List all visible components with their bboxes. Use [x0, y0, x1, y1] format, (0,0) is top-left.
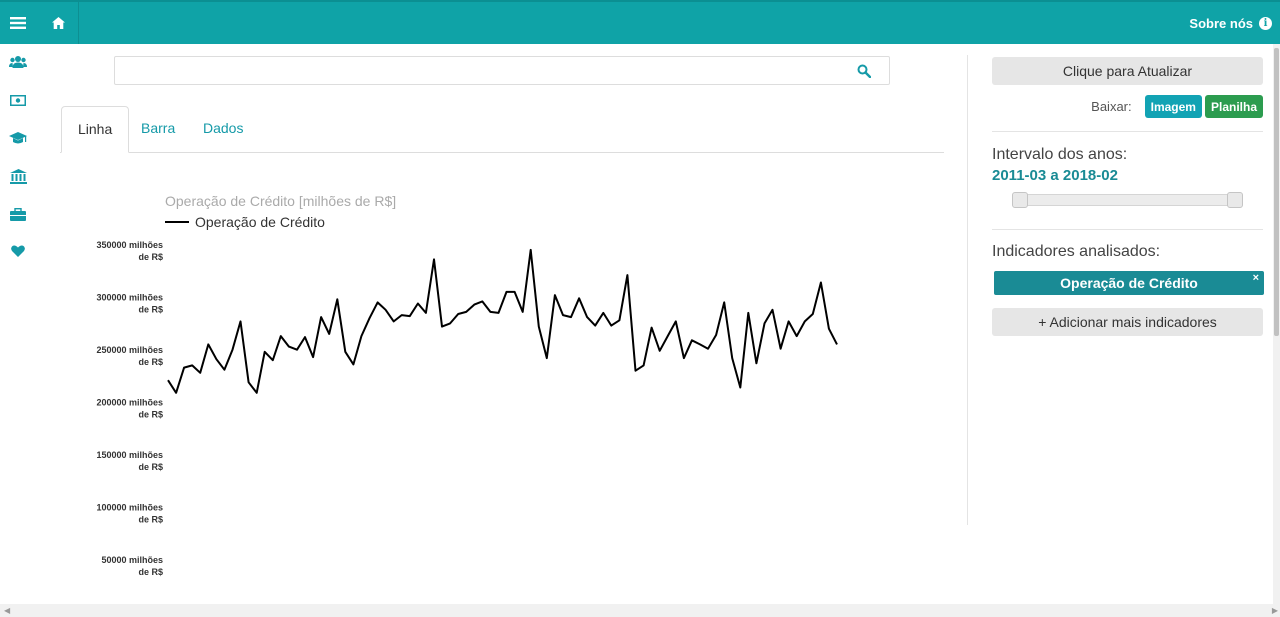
menu-button[interactable] — [0, 2, 36, 44]
tab-linha[interactable]: Linha — [61, 106, 130, 153]
indicators-label: Indicadores analisados: — [992, 243, 1161, 260]
indicator-chip-label: Operação de Crédito — [1060, 275, 1198, 291]
legend-swatch — [165, 221, 189, 223]
y-tick-label: 50000 milhões de R$ — [101, 555, 163, 577]
close-icon[interactable]: × — [1253, 272, 1259, 284]
legend-label: Operação de Crédito — [195, 214, 325, 230]
download-image-button[interactable]: Imagem — [1144, 95, 1202, 118]
users-icon — [9, 56, 27, 68]
search-icon[interactable] — [857, 64, 871, 78]
y-tick-label: 250000 milhões de R$ — [96, 345, 163, 367]
y-tick-label: 100000 milhões de R$ — [96, 503, 163, 525]
y-tick-label: 350000 milhões de R$ — [96, 240, 163, 262]
slider-handle-start[interactable] — [1012, 192, 1028, 208]
divider — [992, 131, 1263, 132]
y-tick-label: 200000 milhões de R$ — [96, 398, 163, 420]
y-tick-label: 300000 milhões de R$ — [96, 293, 163, 315]
sidebar — [0, 44, 36, 604]
refresh-button[interactable]: Clique para Atualizar — [992, 57, 1263, 85]
download-label: Baixar: — [1091, 99, 1132, 114]
year-range-label: Intervalo dos anos: — [992, 146, 1128, 163]
sidebar-item-users[interactable] — [8, 52, 28, 72]
graduation-cap-icon — [9, 131, 27, 143]
money-icon — [10, 94, 26, 106]
add-indicators-button[interactable]: + Adicionar mais indicadores — [992, 308, 1263, 336]
horizontal-scrollbar[interactable]: ◀ ▶ — [0, 604, 1280, 617]
briefcase-icon — [10, 207, 26, 221]
indicator-chip[interactable]: Operação de Crédito × — [994, 271, 1264, 295]
sidebar-item-work[interactable] — [8, 204, 28, 224]
sidebar-item-finance[interactable] — [8, 90, 28, 110]
slider-handle-end[interactable] — [1227, 192, 1243, 208]
sidebar-item-education[interactable] — [8, 128, 28, 148]
chart-legend: Operação de Crédito — [165, 214, 325, 230]
main-content: Linha Barra Dados Operação de Crédito [m… — [60, 44, 950, 604]
scroll-left-icon[interactable]: ◀ — [4, 606, 10, 615]
download-spreadsheet-button[interactable]: Planilha — [1204, 95, 1263, 118]
series-line[interactable] — [167, 248, 838, 394]
chart-title: Operação de Crédito [milhões de R$] — [165, 193, 397, 209]
chart-tabs: Linha Barra Dados — [60, 106, 944, 153]
download-row: Baixar: Imagem Planilha — [1091, 95, 1263, 118]
scrollbar-thumb[interactable] — [1274, 48, 1279, 336]
tab-dados[interactable]: Dados — [187, 106, 259, 152]
vertical-scrollbar[interactable] — [1273, 44, 1280, 604]
tab-barra[interactable]: Barra — [125, 106, 191, 152]
sidebar-item-institutions[interactable] — [8, 166, 28, 186]
divider — [992, 229, 1263, 230]
sidebar-item-health[interactable] — [8, 241, 28, 261]
info-icon: i — [1259, 16, 1272, 30]
home-icon — [51, 17, 65, 29]
bank-icon — [9, 168, 27, 184]
menu-icon — [10, 17, 26, 29]
top-bar: Sobre nós i — [0, 0, 1280, 44]
year-range-slider[interactable] — [1020, 194, 1240, 206]
y-tick-label: 150000 milhões de R$ — [96, 450, 163, 472]
home-button[interactable] — [38, 2, 79, 44]
heart-icon — [11, 245, 25, 257]
right-panel: Clique para Atualizar Baixar: Imagem Pla… — [992, 44, 1264, 604]
about-label: Sobre nós — [1189, 15, 1253, 31]
about-link[interactable]: Sobre nós i — [1189, 2, 1272, 44]
line-chart: 350000 milhões de R$ 300000 milhões de R$ 25… — [96, 240, 838, 577]
scroll-right-icon[interactable]: ▶ — [1272, 606, 1278, 615]
search-input[interactable] — [114, 56, 890, 85]
year-range-value: 2011-03 a 2018-02 — [992, 167, 1118, 184]
panel-divider — [967, 55, 968, 525]
